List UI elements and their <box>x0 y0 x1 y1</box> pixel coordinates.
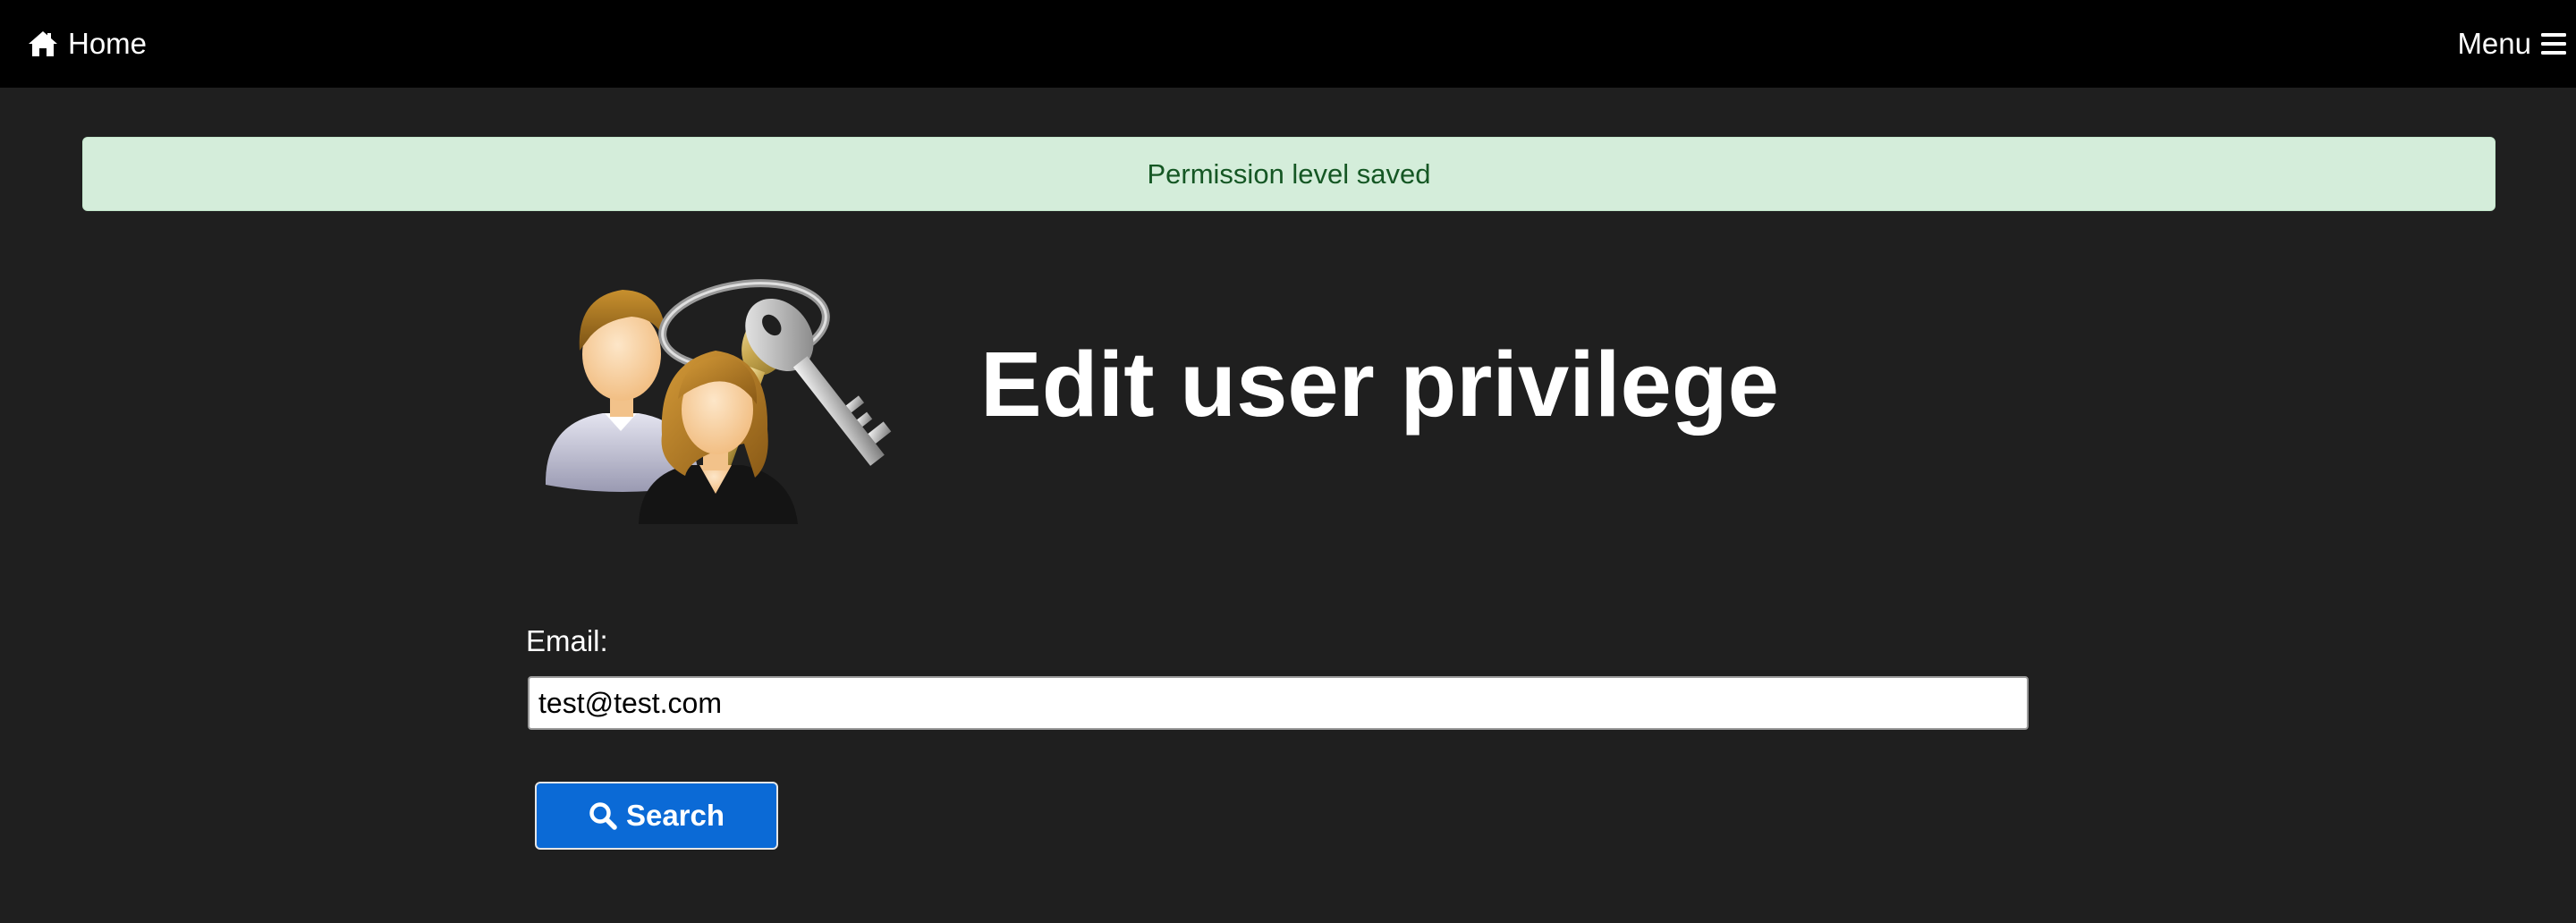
success-alert: Permission level saved <box>82 137 2496 211</box>
search-button[interactable]: Search <box>535 782 778 850</box>
users-with-keys-illustration <box>533 265 937 529</box>
page-title: Edit user privilege <box>980 333 1779 436</box>
alert-message: Permission level saved <box>1147 157 1431 190</box>
magnifier-icon <box>589 801 617 830</box>
menu-label: Menu <box>2457 27 2531 60</box>
home-icon <box>27 30 59 58</box>
home-link[interactable]: Home <box>27 25 147 63</box>
home-label: Home <box>68 27 148 60</box>
email-label: Email: <box>526 624 608 657</box>
top-navbar: Home Menu <box>0 0 2576 88</box>
search-label: Search <box>625 799 725 832</box>
hamburger-icon <box>2540 31 2567 56</box>
email-input[interactable] <box>528 676 2029 730</box>
menu-toggle[interactable]: Menu <box>2457 25 2567 63</box>
